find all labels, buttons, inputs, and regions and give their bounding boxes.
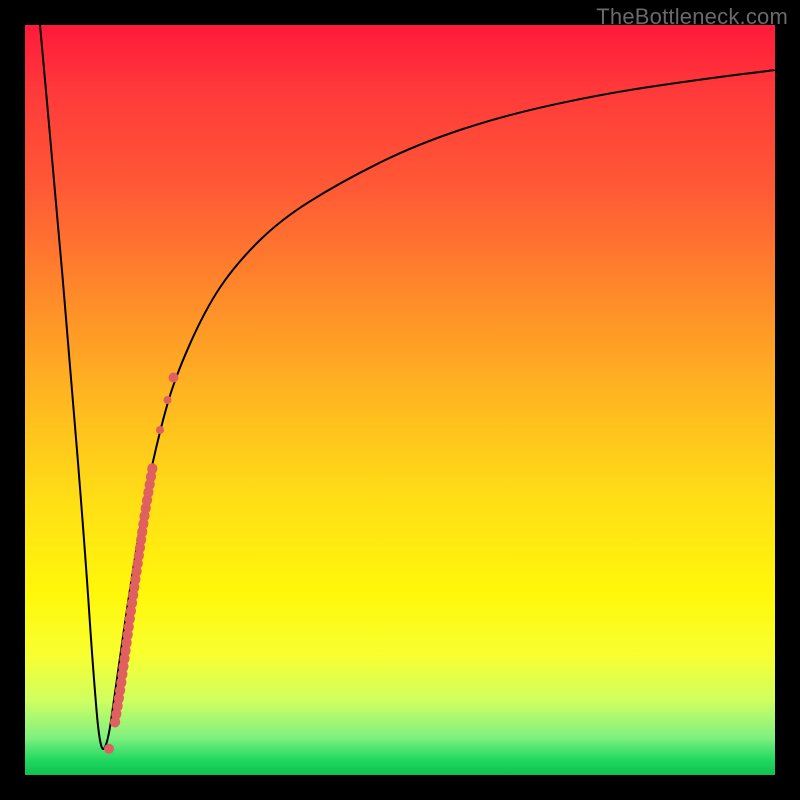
highlight-dot: [104, 744, 114, 754]
curve-group: [40, 25, 775, 749]
highlight-group: [104, 373, 179, 754]
highlight-dot: [156, 426, 164, 434]
watermark-text: TheBottleneck.com: [596, 4, 788, 30]
outer-frame: TheBottleneck.com: [0, 0, 800, 800]
highlight-dot: [169, 373, 179, 383]
chart-svg: [25, 25, 775, 775]
bottleneck-curve: [40, 25, 775, 749]
highlight-segment: [115, 468, 153, 723]
plot-area: [25, 25, 775, 775]
highlight-dot: [164, 396, 172, 404]
